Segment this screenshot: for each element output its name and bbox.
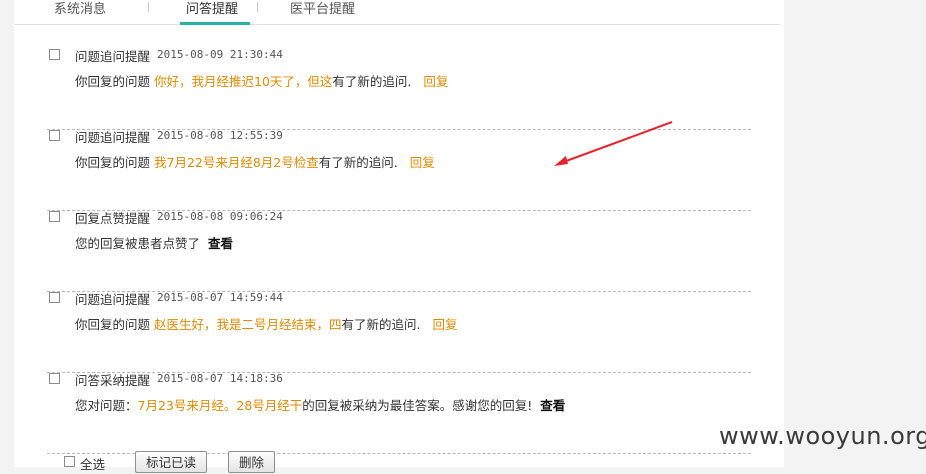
view-link[interactable]: 查看 [208,236,233,251]
message-suffix: 有了新的追问. [341,317,421,332]
tab-platform-reminders[interactable]: 医平台提醒 [290,0,355,17]
notification-type: 问题追问提醒 [75,49,151,64]
item-checkbox[interactable] [49,292,60,303]
notification-time: 2015-08-08 12:55:39 [157,129,283,142]
delete-button[interactable]: 删除 [228,451,276,473]
question-link[interactable]: 我7月22号来月经8月2号检查 [154,155,319,170]
notification-message: 你回复的问题 赵医生好，我是二号月经结束，四有了新的追问. 回复 [75,314,458,333]
notification-panel: 系统消息 问答提醒 医平台提醒 问题追问提醒 2015-08-09 21:30:… [14,0,784,467]
notification-message: 您对问题：7月23号来月经。28号月经干的回复被采纳为最佳答案。感谢您的回复! … [75,395,565,414]
tab-system-messages[interactable]: 系统消息 [54,0,106,17]
tab-divider [257,2,258,12]
message-prefix: 你回复的问题 [75,155,151,170]
reply-link[interactable]: 回复 [410,155,435,170]
item-checkbox[interactable] [49,130,60,141]
notification-item: 问题追问提醒 2015-08-09 21:30:44 你回复的问题 你好，我月经… [47,48,751,130]
message-prefix: 您的回复被患者点赞了 [75,236,201,251]
notification-time: 2015-08-07 14:59:44 [157,291,283,304]
notification-time: 2015-08-08 09:06:24 [157,210,283,223]
notification-time: 2015-08-07 14:18:36 [157,372,283,385]
notification-item: 问答采纳提醒 2015-08-07 14:18:36 您对问题：7月23号来月经… [47,372,751,454]
notification-type: 问答采纳提醒 [75,373,151,388]
reply-link[interactable]: 回复 [432,317,457,332]
tab-qa-reminders[interactable]: 问答提醒 [186,0,238,17]
message-suffix: 的回复被采纳为最佳答案。感谢您的回复! [302,398,533,413]
notification-type: 问题追问提醒 [75,130,151,145]
notification-message: 您的回复被患者点赞了 查看 [75,233,233,252]
tab-divider [148,2,149,12]
view-link[interactable]: 查看 [540,398,565,413]
notification-time: 2015-08-09 21:30:44 [157,48,283,61]
select-all-checkbox[interactable] [64,456,75,467]
annotation-arrow-icon [554,121,673,166]
notification-message: 你回复的问题 你好，我月经推迟10天了，但这有了新的追问. 回复 [75,71,448,90]
reply-link[interactable]: 回复 [423,74,448,89]
select-all-label: 全选 [80,457,106,472]
notification-type: 问题追问提醒 [75,292,151,307]
item-checkbox[interactable] [49,373,60,384]
message-suffix: 有了新的追问. [332,74,412,89]
question-link[interactable]: 你好，我月经推迟10天了，但这 [154,74,332,89]
item-checkbox[interactable] [49,49,60,60]
bulk-actions: 全选 标记已读 删除 [64,451,364,473]
notification-item: 问题追问提醒 2015-08-07 14:59:44 你回复的问题 赵医生好，我… [47,291,751,373]
question-link[interactable]: 赵医生好，我是二号月经结束，四 [154,317,342,332]
message-prefix: 你回复的问题 [75,74,151,89]
message-prefix: 你回复的问题 [75,317,151,332]
question-link[interactable]: 7月23号来月经。28号月经干 [138,398,303,413]
notification-type: 回复点赞提醒 [75,211,151,226]
notification-item: 回复点赞提醒 2015-08-08 09:06:24 您的回复被患者点赞了 查看 [47,210,751,292]
notification-message: 你回复的问题 我7月22号来月经8月2号检查有了新的追问. 回复 [75,152,435,171]
watermark: www.wooyun.org [719,422,926,450]
message-suffix: 有了新的追问. [318,155,398,170]
message-prefix: 您对问题： [75,398,138,413]
tab-bar: 系统消息 问答提醒 医平台提醒 [14,0,780,25]
item-checkbox[interactable] [49,211,60,222]
mark-read-button[interactable]: 标记已读 [135,451,208,473]
active-tab-indicator [180,22,250,25]
